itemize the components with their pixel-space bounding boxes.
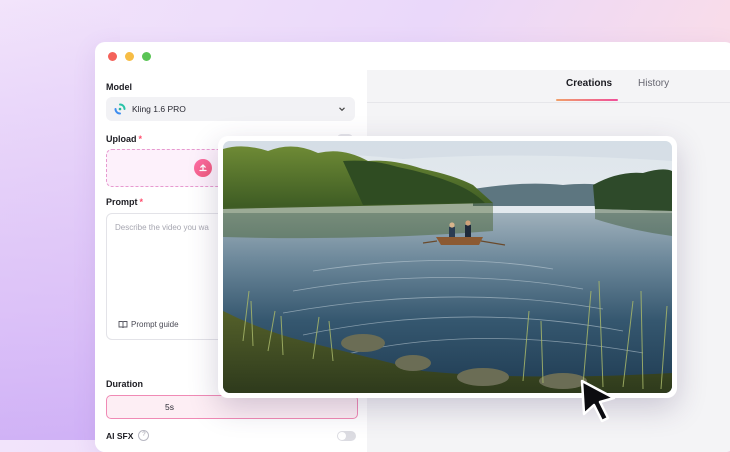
cursor-arrow-icon [580,379,616,423]
maximize-window-button[interactable] [142,52,151,61]
prompt-label-text: Prompt [106,197,138,207]
lake-rowboat-photo [223,141,672,393]
prompt-guide-label: Prompt guide [131,320,179,329]
minimize-window-button[interactable] [125,52,134,61]
active-tab-indicator [556,99,618,101]
close-window-button[interactable] [108,52,117,61]
prompt-required-mark: * [139,197,144,207]
tab-history[interactable]: History [638,78,669,89]
prompt-placeholder: Describe the video you wa [115,223,209,232]
tab-creations[interactable]: Creations [566,78,612,89]
upload-icon [194,159,212,177]
ai-sfx-row: AI SFX ? [106,430,150,441]
results-tabs: Creations History [367,70,730,103]
duration-selector[interactable]: 5s [106,395,358,419]
model-value: Kling 1.6 PRO [132,104,186,114]
duration-option-5s[interactable]: 5s [107,402,232,412]
window-controls [108,52,151,61]
help-icon[interactable]: ? [138,430,150,441]
book-icon [118,321,128,329]
upload-label: Upload * [106,134,142,144]
prompt-guide-button[interactable]: Prompt guide [118,320,179,329]
model-select[interactable]: Kling 1.6 PRO [106,97,355,121]
model-label-text: Model [106,82,132,92]
prompt-label: Prompt * [106,197,143,207]
upload-label-text: Upload [106,134,137,144]
upload-required-mark: * [138,134,143,144]
ai-sfx-label: AI SFX [106,430,134,441]
chevron-down-icon [339,107,345,112]
preview-card[interactable] [218,136,677,398]
duration-label: Duration [106,379,143,389]
kling-logo-icon [114,103,126,115]
model-label: Model [106,82,132,92]
duration-label-text: Duration [106,379,143,389]
